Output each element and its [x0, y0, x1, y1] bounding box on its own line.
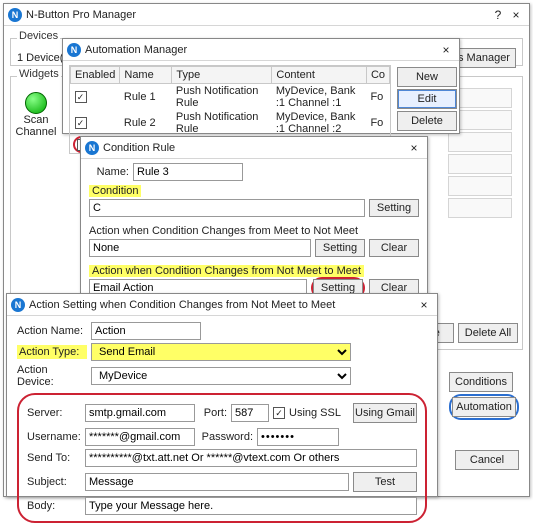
using-gmail-button[interactable]: Using Gmail [353, 403, 417, 423]
password-field[interactable] [257, 428, 339, 446]
scan-channel-widget[interactable]: Scan Channel [15, 92, 57, 138]
subject-label: Subject: [27, 476, 81, 488]
email-settings-ring: Server: Port: Using SSL Using Gmail User… [17, 393, 427, 523]
conditions-button[interactable]: Conditions [449, 372, 513, 392]
close-icon[interactable]: × [437, 43, 455, 57]
automation-button[interactable]: Automation [452, 397, 516, 417]
close-icon[interactable]: × [507, 8, 525, 22]
act-type-row: Action Type: Send Email [17, 343, 427, 361]
titlebar-cond: N Condition Rule × [81, 137, 427, 159]
close-icon[interactable]: × [415, 298, 433, 312]
app-icon: N [11, 298, 25, 312]
server-field[interactable] [85, 404, 195, 422]
name-field[interactable] [133, 163, 243, 181]
condition-rule-window: N Condition Rule × Name: Condition Setti… [80, 136, 428, 296]
col-content[interactable]: Content [272, 67, 367, 84]
help-icon[interactable]: ? [489, 8, 507, 22]
scan-l1: Scan [15, 114, 57, 126]
widget-btn-6[interactable] [448, 198, 512, 218]
checkbox-icon[interactable] [75, 91, 87, 103]
table-row[interactable]: Rule 1 Push Notification Rule MyDevice, … [71, 84, 390, 111]
act-title: Action Setting when Condition Changes fr… [29, 299, 415, 311]
condition-field[interactable] [89, 199, 365, 217]
meet-to-not-label: Action when Condition Changes from Meet … [89, 225, 358, 237]
close-icon[interactable]: × [405, 141, 423, 155]
automation-ring: Automation [449, 394, 519, 420]
action-name-label: Action Name: [17, 325, 87, 337]
app-icon: N [85, 141, 99, 155]
password-label: Password: [199, 431, 253, 443]
titlebar-act: N Action Setting when Condition Changes … [7, 294, 437, 316]
titlebar-main: N N-Button Pro Manager ? × [4, 4, 529, 26]
table-header-row: Enabled Name Type Content Co [71, 67, 390, 84]
main-title: N-Button Pro Manager [26, 9, 489, 21]
action-type-select[interactable]: Send Email [91, 343, 351, 361]
server-label: Server: [27, 407, 81, 419]
col-name[interactable]: Name [120, 67, 172, 84]
cancel-button[interactable]: Cancel [455, 450, 519, 470]
cond-name-row: Name: [89, 163, 419, 181]
app-icon: N [8, 8, 22, 22]
sendto-label: Send To: [27, 452, 81, 464]
main-right-buttons: Conditions Automation [449, 370, 519, 420]
action-setting-window: N Action Setting when Condition Changes … [6, 293, 438, 497]
body-label: Body: [27, 500, 81, 512]
app-icon: N [67, 43, 81, 57]
act-name-row: Action Name: [17, 322, 427, 340]
main-cancel-area: Cancel [455, 448, 519, 472]
checkbox-icon[interactable] [75, 117, 87, 129]
test-button[interactable]: Test [353, 472, 417, 492]
devices-manager-button[interactable]: s Manager [452, 48, 516, 68]
not-to-meet-label: Action when Condition Changes from Not M… [89, 265, 364, 277]
meet-to-not-field[interactable] [89, 239, 311, 257]
sendto-field[interactable] [85, 449, 417, 467]
username-label: Username: [27, 431, 81, 443]
edit-button[interactable]: Edit [397, 89, 457, 109]
ssl-checkbox[interactable] [273, 407, 285, 419]
automgr-title: Automation Manager [85, 44, 437, 56]
widget-btn-5[interactable] [448, 176, 512, 196]
username-field[interactable] [85, 428, 195, 446]
new-button[interactable]: New [397, 67, 457, 87]
clear-button[interactable]: Clear [369, 239, 419, 257]
act-device-row: Action Device: MyDevice [17, 364, 427, 388]
setting-button[interactable]: Setting [369, 199, 419, 217]
action-type-label: Action Type: [17, 345, 87, 359]
table-row[interactable]: Rule 2 Push Notification Rule MyDevice, … [71, 110, 390, 136]
led-icon [25, 92, 47, 114]
automation-manager-window: N Automation Manager × Enabled Name Type… [62, 38, 460, 134]
edit-highlight: Edit [397, 89, 457, 109]
delete-all-button[interactable]: Delete All [458, 323, 518, 343]
action-device-label: Action Device: [17, 364, 87, 388]
delete-button[interactable]: Delete [397, 111, 457, 131]
scan-l2: Channel [15, 126, 57, 138]
col-enabled[interactable]: Enabled [71, 67, 120, 84]
widgets-legend: Widgets [17, 68, 61, 80]
port-label: Port: [199, 407, 227, 419]
col-co[interactable]: Co [366, 67, 389, 84]
condition-label: Condition [89, 185, 141, 197]
port-field[interactable] [231, 404, 269, 422]
ssl-label: Using SSL [289, 407, 341, 419]
action-name-field[interactable] [91, 322, 201, 340]
devices-legend: Devices [17, 30, 60, 42]
setting-button[interactable]: Setting [315, 239, 365, 257]
subject-field[interactable] [85, 473, 349, 491]
name-label: Name: [89, 166, 129, 178]
action-device-select[interactable]: MyDevice [91, 367, 351, 385]
titlebar-automgr: N Automation Manager × [63, 39, 459, 61]
cond-title: Condition Rule [103, 142, 405, 154]
col-type[interactable]: Type [172, 67, 272, 84]
